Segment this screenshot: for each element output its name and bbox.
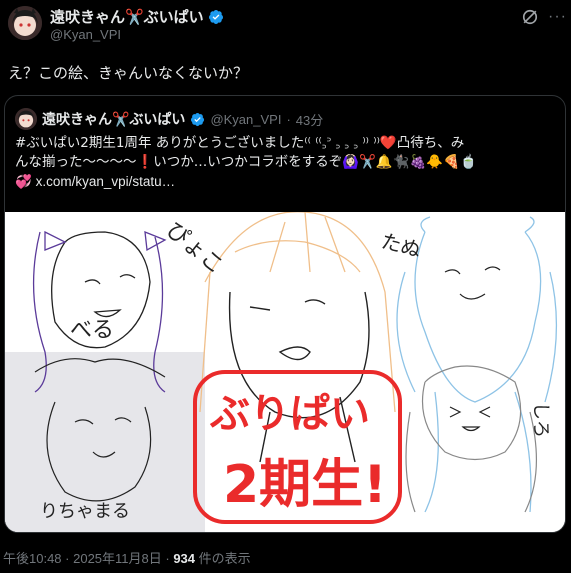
post: 遠吠きゃん✂️ぶいぱい @Kyan_VPI ··· え？この絵、きゃんいなくない… xyxy=(0,0,571,573)
footer-sep-2: · xyxy=(161,551,174,566)
author-handle[interactable]: @Kyan_VPI xyxy=(50,27,121,42)
quote-text-line1: #ぶいぱい2期生1周年 ありがとうございました⁽⁽ ⁽⁽꜆꜄ ꜆ ꜆ ꜆ ⁾⁾ … xyxy=(15,135,465,151)
post-time[interactable]: 午後10:48 xyxy=(3,551,62,566)
quote-separator: · xyxy=(286,111,291,127)
grok-icon[interactable] xyxy=(520,7,540,27)
post-date[interactable]: 2025年11月8日 xyxy=(73,551,162,566)
label-vpi: ぶりぱい xyxy=(209,391,370,437)
view-count: 934 xyxy=(173,551,196,566)
post-text: え？この絵、きゃんいなくないか？ xyxy=(8,65,249,82)
author-name-row: 遠吠きゃん✂️ぶいぱい xyxy=(50,6,224,27)
post-footer: 午後10:48 · 2025年11月8日 · 934 件の表示 xyxy=(3,548,251,567)
quote-text-line2: んな揃った〜〜〜〜❗いつか…いつかコラボをするぞ🙆🏻‍♀️✂️🔔🐈‍⬛🍇🐥🍕🍵 xyxy=(15,154,477,170)
label-2gen: 2期生! xyxy=(223,455,387,515)
author-name[interactable]: 遠吠きゃん✂️ぶいぱい xyxy=(50,6,204,27)
view-label: 件の表示 xyxy=(195,551,251,566)
quote-header: 遠吠きゃん✂️ぶいぱい @Kyan_VPI · 43分 xyxy=(15,108,323,130)
footer-sep-1: · xyxy=(61,551,74,566)
quote-author-handle: @Kyan_VPI xyxy=(210,111,282,127)
quote-verified-badge-icon xyxy=(191,112,205,126)
more-icon[interactable]: ··· xyxy=(548,8,567,26)
quote-avatar xyxy=(15,108,37,130)
quote-time: 43分 xyxy=(295,112,324,128)
verified-badge-icon xyxy=(208,9,223,24)
quoted-post[interactable]: 遠吠きゃん✂️ぶいぱい @Kyan_VPI · 43分 #ぶいぱい2期生1周年 … xyxy=(4,95,566,533)
quote-link[interactable]: x.com/kyan_vpi/statu… xyxy=(36,174,176,189)
label-riche: りちゃまる xyxy=(40,501,130,522)
author-avatar[interactable] xyxy=(8,6,42,40)
quote-author-name: 遠吠きゃん✂️ぶいぱい xyxy=(42,111,186,127)
quote-image[interactable]: ぴょこ べる たぬ りちゃまる しろ ぶりぱい 2期生! xyxy=(5,211,565,532)
quote-text: #ぶいぱい2期生1周年 ありがとうございました⁽⁽ ⁽⁽꜆꜄ ꜆ ꜆ ꜆ ⁾⁾ … xyxy=(15,134,555,191)
label-bell: べる xyxy=(70,318,114,343)
label-shiro: しろ xyxy=(530,402,551,438)
quote-link-emoji: 💞 xyxy=(15,174,32,189)
